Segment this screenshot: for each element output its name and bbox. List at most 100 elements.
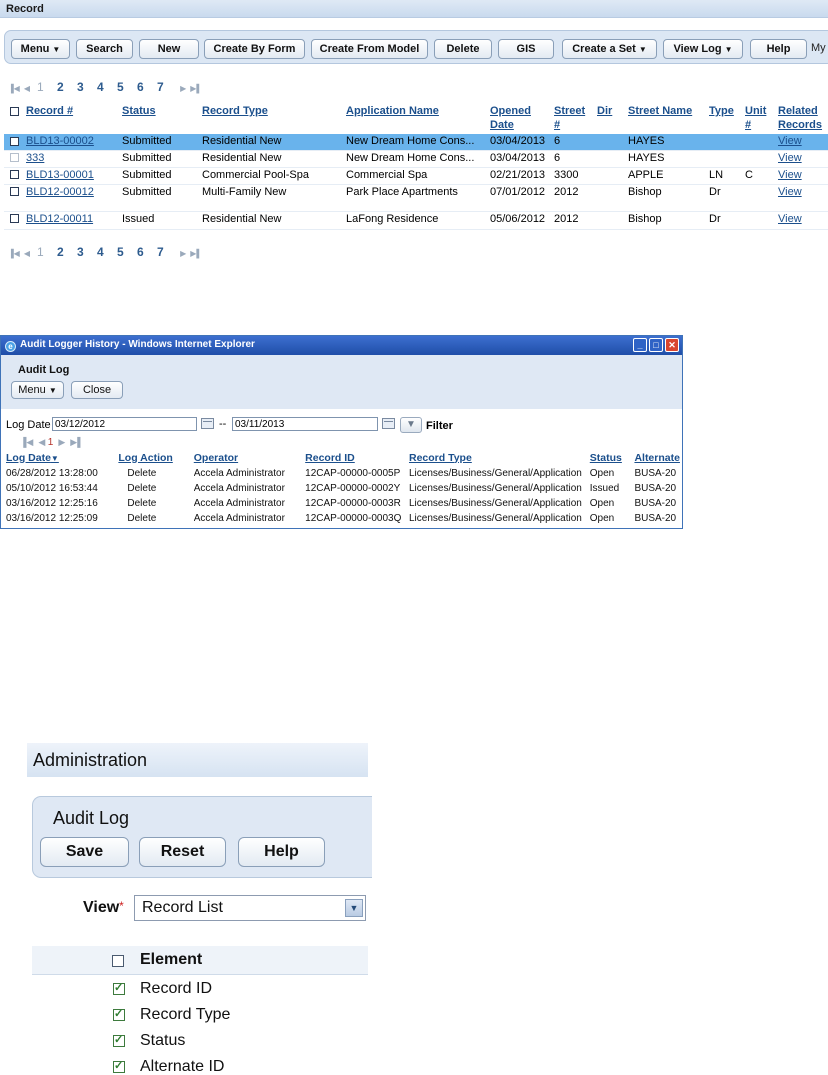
last-page-icon[interactable]: ▶▌ xyxy=(70,437,83,447)
first-page-icon[interactable]: ▐◀ xyxy=(8,84,20,93)
close-icon[interactable]: ✕ xyxy=(665,338,679,352)
first-page-icon[interactable]: ▐◀ xyxy=(8,249,20,258)
element-checkbox[interactable] xyxy=(113,981,125,995)
view-link[interactable]: View xyxy=(776,167,828,185)
col-status[interactable]: Status xyxy=(120,101,200,134)
view-log-button[interactable]: View Log ▼ xyxy=(663,39,743,59)
calendar-icon[interactable] xyxy=(382,418,395,429)
row-checkbox[interactable] xyxy=(10,170,19,180)
calendar-icon[interactable] xyxy=(201,418,214,429)
view-link[interactable]: View xyxy=(776,211,828,230)
row-checkbox[interactable] xyxy=(10,153,19,163)
record-type-cell: Residential New xyxy=(200,211,344,230)
record-link[interactable]: BLD13-00002 xyxy=(24,134,120,151)
next-page-icon[interactable]: ▶ xyxy=(58,437,65,447)
page-link[interactable]: 4 xyxy=(97,245,117,259)
select-all-checkbox[interactable] xyxy=(112,955,124,967)
application-name-cell: Commercial Spa xyxy=(344,167,488,185)
record-link[interactable]: BLD13-00001 xyxy=(24,167,120,185)
gis-button[interactable]: GIS xyxy=(498,39,554,59)
reset-button[interactable]: Reset xyxy=(139,837,226,867)
select-all-checkbox[interactable] xyxy=(10,106,19,116)
record-link[interactable]: BLD12-00012 xyxy=(24,184,120,212)
col-street-no[interactable]: Street # xyxy=(552,101,595,134)
row-checkbox[interactable] xyxy=(10,187,19,197)
next-page-icon[interactable]: ▶ xyxy=(180,84,186,93)
element-checkbox[interactable] xyxy=(113,1033,125,1047)
record-link[interactable]: BLD12-00011 xyxy=(24,211,120,230)
filter-icon[interactable]: ▼ xyxy=(400,417,422,433)
page-link[interactable]: 1 xyxy=(37,245,57,259)
table-row[interactable]: BLD12-00012 Submitted Multi-Family New P… xyxy=(4,184,828,212)
col-unit[interactable]: Unit # xyxy=(743,101,776,134)
table-row[interactable]: BLD12-00011 Issued Residential New LaFon… xyxy=(4,211,828,230)
row-checkbox[interactable] xyxy=(10,214,19,224)
table-row[interactable]: BLD13-00002 Submitted Residential New Ne… xyxy=(4,134,828,151)
create-a-set-button[interactable]: Create a Set ▼ xyxy=(562,39,657,59)
help-button[interactable]: Help xyxy=(238,837,325,867)
page-link[interactable]: 3 xyxy=(77,80,97,94)
page-link[interactable]: 7 xyxy=(157,80,177,94)
view-link[interactable]: View xyxy=(776,134,828,151)
col-application-name[interactable]: Application Name xyxy=(344,101,488,134)
maximize-icon[interactable]: □ xyxy=(649,338,663,352)
next-page-icon[interactable]: ▶ xyxy=(180,249,186,258)
log-date-to-input[interactable] xyxy=(232,417,378,431)
page-link[interactable]: 5 xyxy=(117,245,137,259)
view-select[interactable]: Record List ▼ xyxy=(134,895,366,921)
record-link[interactable]: 333 xyxy=(24,150,120,168)
prev-page-icon[interactable]: ◀ xyxy=(24,249,30,258)
audit-pager: ▐◀ ◀ 1 ▶ ▶▌ xyxy=(20,437,84,448)
page-link[interactable]: 1 xyxy=(37,80,57,94)
col-log-action[interactable]: Log Action xyxy=(118,451,193,466)
page-link[interactable]: 3 xyxy=(77,245,97,259)
close-button[interactable]: Close xyxy=(71,381,123,399)
search-button[interactable]: Search xyxy=(76,39,133,59)
page-link[interactable]: 6 xyxy=(137,80,157,94)
create-by-form-button[interactable]: Create By Form xyxy=(204,39,305,59)
col-record-type[interactable]: Record Type xyxy=(409,451,590,466)
page-link[interactable]: 7 xyxy=(157,245,177,259)
element-checkbox[interactable] xyxy=(113,1007,125,1021)
col-opened-date[interactable]: Opened Date xyxy=(488,101,552,134)
view-link[interactable]: View xyxy=(776,184,828,212)
new-button[interactable]: New xyxy=(139,39,199,59)
last-page-icon[interactable]: ▶▌ xyxy=(190,249,202,258)
create-from-model-button[interactable]: Create From Model xyxy=(311,39,428,59)
col-type[interactable]: Type xyxy=(707,101,743,134)
chevron-down-icon[interactable]: ▼ xyxy=(345,899,363,917)
application-name-cell: LaFong Residence xyxy=(344,211,488,230)
col-record-id[interactable]: Record ID xyxy=(305,451,409,466)
filter-label[interactable]: Filter xyxy=(426,420,453,432)
page-link[interactable]: 6 xyxy=(137,245,157,259)
menu-button[interactable]: Menu ▼ xyxy=(11,39,70,59)
first-page-icon[interactable]: ▐◀ xyxy=(20,437,33,447)
col-alternate[interactable]: Alternate xyxy=(634,451,682,466)
page-link[interactable]: 5 xyxy=(117,80,137,94)
col-operator[interactable]: Operator xyxy=(194,451,305,466)
last-page-icon[interactable]: ▶▌ xyxy=(190,84,202,93)
help-button[interactable]: Help xyxy=(750,39,807,59)
col-status[interactable]: Status xyxy=(590,451,635,466)
col-street-name[interactable]: Street Name xyxy=(626,101,707,134)
page-link[interactable]: 2 xyxy=(57,80,77,94)
col-record[interactable]: Record # xyxy=(24,101,120,134)
view-link[interactable]: View xyxy=(776,150,828,168)
prev-page-icon[interactable]: ◀ xyxy=(24,84,30,93)
log-date-from-input[interactable] xyxy=(52,417,197,431)
menu-button[interactable]: Menu ▼ xyxy=(11,381,64,399)
minimize-icon[interactable]: _ xyxy=(633,338,647,352)
col-dir[interactable]: Dir xyxy=(595,101,626,134)
save-button[interactable]: Save xyxy=(40,837,129,867)
col-log-date[interactable]: Log Date▼ xyxy=(6,451,118,466)
row-checkbox[interactable] xyxy=(10,136,19,146)
element-label: Alternate ID xyxy=(140,1058,225,1075)
page-link[interactable]: 4 xyxy=(97,80,117,94)
element-checkbox[interactable] xyxy=(113,1059,125,1073)
table-row[interactable]: BLD13-00001 Submitted Commercial Pool-Sp… xyxy=(4,167,828,185)
delete-button[interactable]: Delete xyxy=(434,39,492,59)
page-link[interactable]: 2 xyxy=(57,245,77,259)
table-row[interactable]: 333 Submitted Residential New New Dream … xyxy=(4,150,828,168)
prev-page-icon[interactable]: ◀ xyxy=(38,437,45,447)
col-record-type[interactable]: Record Type xyxy=(200,101,344,134)
